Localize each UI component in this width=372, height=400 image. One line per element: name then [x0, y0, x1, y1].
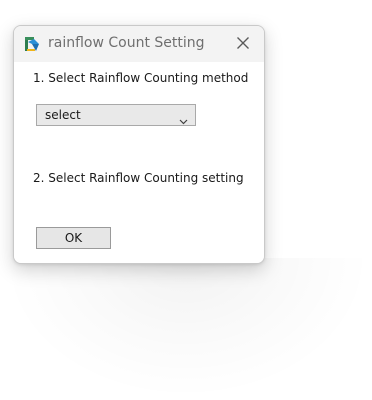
close-icon	[236, 35, 250, 54]
ok-button-label: OK	[64, 231, 83, 245]
method-select-value: select	[45, 108, 81, 122]
close-button[interactable]	[228, 29, 258, 59]
app-icon	[23, 35, 41, 53]
method-select[interactable]: select	[36, 104, 196, 126]
window-shadow	[0, 258, 372, 400]
desktop-background: rainflow Count Setting 1. Select Rainflo…	[0, 0, 372, 400]
dialog-content: 1. Select Rainflow Counting method selec…	[14, 62, 264, 263]
window-title: rainflow Count Setting	[48, 35, 205, 51]
setting-step-label: 2. Select Rainflow Counting setting	[33, 171, 244, 185]
chevron-down-icon	[179, 111, 188, 125]
title-bar[interactable]: rainflow Count Setting	[14, 26, 264, 62]
ok-button[interactable]: OK	[36, 227, 111, 249]
method-step-label: 1. Select Rainflow Counting method	[33, 71, 249, 85]
rainflow-setting-dialog: rainflow Count Setting 1. Select Rainflo…	[13, 25, 265, 264]
